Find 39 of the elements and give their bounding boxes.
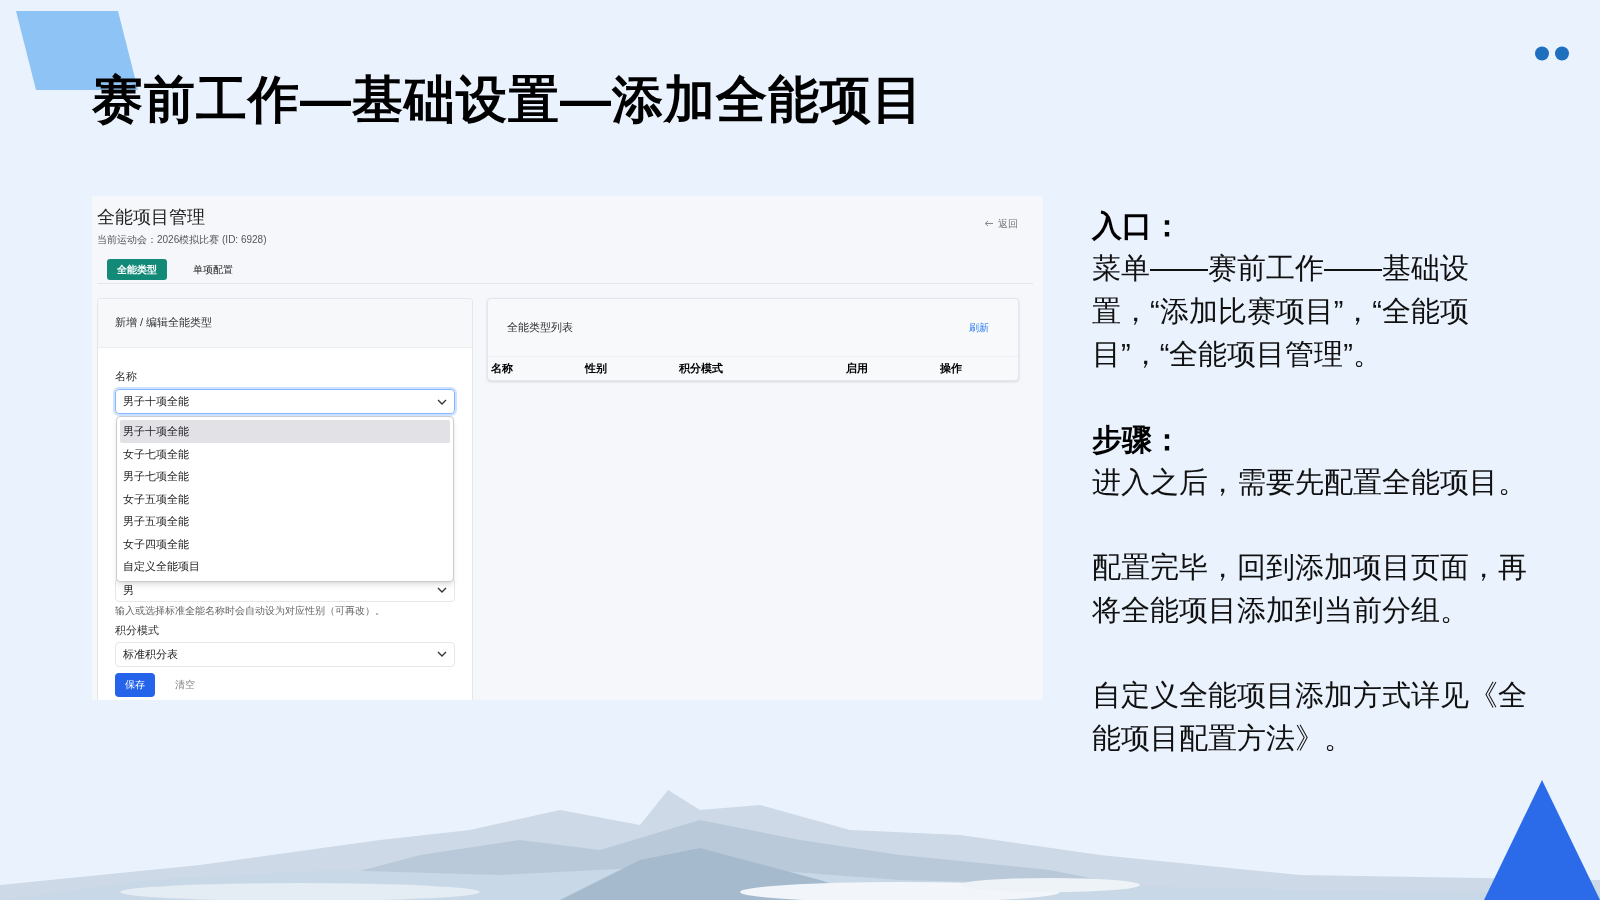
dropdown-option[interactable]: 男子七项全能 bbox=[120, 465, 450, 488]
refresh-link[interactable]: 刷新 bbox=[969, 319, 989, 335]
clear-button[interactable]: 清空 bbox=[171, 672, 199, 697]
scoring-select[interactable]: 标准积分表 bbox=[115, 641, 455, 667]
hint-text: 输入或选择标准全能名称时会自动设为对应性别（可再改）。 bbox=[115, 604, 386, 618]
card-title: 全能类型列表 bbox=[507, 319, 573, 335]
dropdown-option[interactable]: 女子七项全能 bbox=[120, 442, 450, 465]
name-select[interactable]: 男子十项全能 bbox=[115, 389, 455, 414]
dropdown-option[interactable]: 女子四项全能 bbox=[120, 532, 450, 555]
chevron-down-icon bbox=[437, 651, 447, 657]
field-label: 积分模式 bbox=[115, 623, 160, 638]
page-title: 全能项目管理 bbox=[97, 206, 206, 229]
column-header: 名称 bbox=[491, 360, 514, 376]
note-paragraph: 配置完毕，回到添加项目页面，再将全能项目添加到当前分组。 bbox=[1092, 550, 1528, 628]
note-paragraph: 菜单——赛前工作——基础设置，“添加比赛项目”，“全能项目”，“全能项目管理”。 bbox=[1092, 251, 1470, 372]
section-heading: 步骤： bbox=[1092, 422, 1183, 458]
chevron-down-icon bbox=[437, 587, 447, 593]
section-heading: 入口： bbox=[1092, 208, 1183, 244]
dropdown-option[interactable]: 女子五项全能 bbox=[120, 487, 450, 510]
tab[interactable]: 全能类型 bbox=[107, 258, 167, 280]
column-header: 启用 bbox=[846, 360, 869, 376]
column-header: 性别 bbox=[585, 360, 608, 376]
field-label: 名称 bbox=[115, 368, 138, 384]
dropdown-option[interactable]: 男子十项全能 bbox=[120, 420, 450, 443]
note-paragraph: 进入之后，需要先配置全能项目。 bbox=[1092, 465, 1528, 500]
slide-title: 赛前工作—基础设置—添加全能项目 bbox=[92, 74, 924, 125]
tab[interactable]: 单项配置 bbox=[175, 258, 251, 280]
back-link[interactable]: 返回 bbox=[984, 216, 1018, 231]
meeting-label: 当前运动会：2026模拟比赛 (ID: 6928) bbox=[97, 232, 267, 247]
decoration-dots bbox=[1535, 46, 1569, 61]
dropdown-option[interactable]: 男子五项全能 bbox=[120, 510, 450, 533]
column-header: 操作 bbox=[940, 360, 963, 376]
dropdown-option[interactable]: 自定义全能项目 bbox=[120, 555, 450, 578]
chevron-down-icon bbox=[437, 398, 447, 405]
save-button[interactable]: 保存 bbox=[115, 672, 155, 697]
column-header: 积分模式 bbox=[679, 360, 724, 376]
card-title: 新增 / 编辑全能类型 bbox=[115, 315, 213, 331]
note-paragraph: 自定义全能项目添加方式详见《全能项目配置方法》。 bbox=[1092, 678, 1528, 756]
arrow-left-icon bbox=[984, 220, 994, 227]
